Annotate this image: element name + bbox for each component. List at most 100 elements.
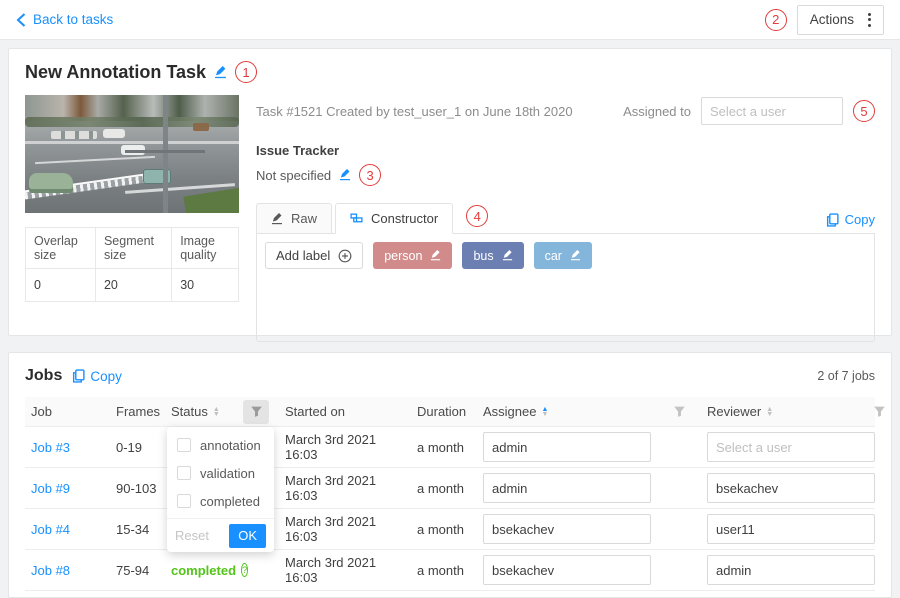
task-meta: Task #1521 Created by test_user_1 on Jun… <box>256 104 573 119</box>
jobs-table-header: Job Frames Status ▲▼ Started on Duration… <box>25 397 875 427</box>
tab-constructor-label: Constructor <box>371 211 438 226</box>
task-parameters-table: Overlap size Segment size Image quality … <box>25 227 239 302</box>
checkbox-completed[interactable] <box>177 494 191 508</box>
duration-cell: a month <box>411 563 477 578</box>
chevron-left-icon <box>16 13 26 27</box>
reviewer-input[interactable] <box>707 555 875 585</box>
checkbox-annotation[interactable] <box>177 438 191 452</box>
filter-reset-button[interactable]: Reset <box>175 528 209 543</box>
status-completed-badge: completed ? <box>171 563 239 578</box>
label-car-name: car <box>545 249 562 263</box>
filter-option-completed[interactable]: completed <box>167 487 274 515</box>
edit-issue-tracker-pencil-icon[interactable] <box>339 169 351 181</box>
col-reviewer: Reviewer <box>707 404 761 419</box>
sort-icon-reviewer: ▲▼ <box>766 407 773 417</box>
assignee-input[interactable] <box>483 432 651 462</box>
col-job: Job <box>31 404 52 419</box>
frames-cell: 75-94 <box>110 563 165 578</box>
table-row: Job #9 90-103 March 3rd 2021 16:03 a mon… <box>25 468 875 509</box>
table-row: Job #8 75-94 completed ? March 3rd 2021 … <box>25 550 875 591</box>
jobs-card: Jobs Copy 2 of 7 jobs Job Frames Status … <box>8 352 892 598</box>
copy-icon <box>72 369 85 383</box>
task-details-card: New Annotation Task 1 Overlap size Segme… <box>8 48 892 336</box>
started-cell: March 3rd 2021 16:03 <box>279 555 411 585</box>
frames-cell: 15-34 <box>110 522 165 537</box>
funnel-icon <box>250 405 263 418</box>
status-filter-dropdown: annotation validation completed Reset OK <box>167 427 274 552</box>
job-9-link[interactable]: Job #9 <box>31 481 70 496</box>
issue-tracker-value: Not specified <box>256 168 331 183</box>
job-4-link[interactable]: Job #4 <box>31 522 70 537</box>
tab-raw[interactable]: Raw <box>256 203 332 234</box>
preview-pole <box>163 95 168 213</box>
constructor-content: Add label person bus <box>256 234 875 342</box>
question-circle-icon[interactable]: ? <box>241 563 248 577</box>
started-cell: March 3rd 2021 16:03 <box>279 514 411 544</box>
edit-title-pencil-icon[interactable] <box>214 66 227 79</box>
actions-button[interactable]: Actions <box>797 5 884 35</box>
labels-editor: Raw Constructor 4 Copy A <box>256 202 875 342</box>
tab-raw-label: Raw <box>291 211 317 226</box>
build-icon <box>350 212 363 225</box>
assignee-filter-button[interactable] <box>657 405 701 418</box>
assigned-to-label: Assigned to <box>623 104 691 119</box>
raw-pencil-icon <box>271 213 283 225</box>
job-3-link[interactable]: Job #3 <box>31 440 70 455</box>
callout-4: 4 <box>466 205 488 227</box>
add-label-button[interactable]: Add label <box>265 242 363 269</box>
jobs-count: 2 of 7 jobs <box>817 369 875 383</box>
col-reviewer-sort[interactable]: Reviewer ▲▼ <box>701 404 873 419</box>
assignee-input[interactable] <box>483 473 651 503</box>
preview-hedge <box>183 186 239 213</box>
param-header-segment: Segment size <box>95 228 171 269</box>
filter-option-annotation[interactable]: annotation <box>167 431 274 459</box>
preview-car-row <box>51 131 97 139</box>
status-filter-button[interactable] <box>243 400 269 424</box>
col-status: Status <box>171 404 208 419</box>
checkbox-validation[interactable] <box>177 466 191 480</box>
col-started: Started on <box>285 404 345 419</box>
callout-2: 2 <box>765 9 787 31</box>
duration-cell: a month <box>411 522 477 537</box>
label-chip-car[interactable]: car <box>534 242 592 269</box>
callout-5: 5 <box>853 100 875 122</box>
label-chip-person[interactable]: person <box>373 242 452 269</box>
col-assignee-sort[interactable]: Assignee ▲▼ <box>477 404 657 419</box>
assigned-to-input[interactable] <box>701 97 843 125</box>
duration-cell: a month <box>411 481 477 496</box>
label-car-pencil-icon[interactable] <box>570 250 581 261</box>
filter-ok-button[interactable]: OK <box>229 524 266 548</box>
label-person-pencil-icon[interactable] <box>430 250 441 261</box>
label-chip-bus[interactable]: bus <box>462 242 523 269</box>
reviewer-input[interactable] <box>707 514 875 544</box>
add-label-text: Add label <box>276 248 330 263</box>
sort-icon-assignee-active: ▲▼ <box>541 407 548 417</box>
preview-lane-line-1 <box>35 156 155 164</box>
param-header-overlap: Overlap size <box>26 228 96 269</box>
col-frames: Frames <box>116 404 160 419</box>
funnel-icon <box>673 405 686 418</box>
started-cell: March 3rd 2021 16:03 <box>279 473 411 503</box>
job-8-link[interactable]: Job #8 <box>31 563 70 578</box>
copy-jobs-link[interactable]: Copy <box>72 369 122 384</box>
kebab-menu-icon <box>868 13 871 27</box>
copy-labels-link[interactable]: Copy <box>826 212 875 233</box>
preview-crossbar <box>125 150 205 153</box>
back-to-tasks-link[interactable]: Back to tasks <box>16 12 113 27</box>
preview-car-white-1 <box>103 129 125 138</box>
reviewer-filter-button[interactable] <box>873 405 886 418</box>
label-person-name: person <box>384 249 422 263</box>
filter-option-validation[interactable]: validation <box>167 459 274 487</box>
col-duration: Duration <box>417 404 466 419</box>
copy-labels-label: Copy <box>845 212 875 227</box>
frames-cell: 0-19 <box>110 440 165 455</box>
plus-circle-icon <box>338 249 352 263</box>
col-status-sort[interactable]: Status ▲▼ <box>165 404 239 419</box>
reviewer-input[interactable] <box>707 432 875 462</box>
assignee-input[interactable] <box>483 514 651 544</box>
label-bus-pencil-icon[interactable] <box>502 250 513 261</box>
tab-constructor[interactable]: Constructor <box>335 203 453 234</box>
reviewer-input[interactable] <box>707 473 875 503</box>
assignee-input[interactable] <box>483 555 651 585</box>
preview-car-green <box>29 173 73 193</box>
